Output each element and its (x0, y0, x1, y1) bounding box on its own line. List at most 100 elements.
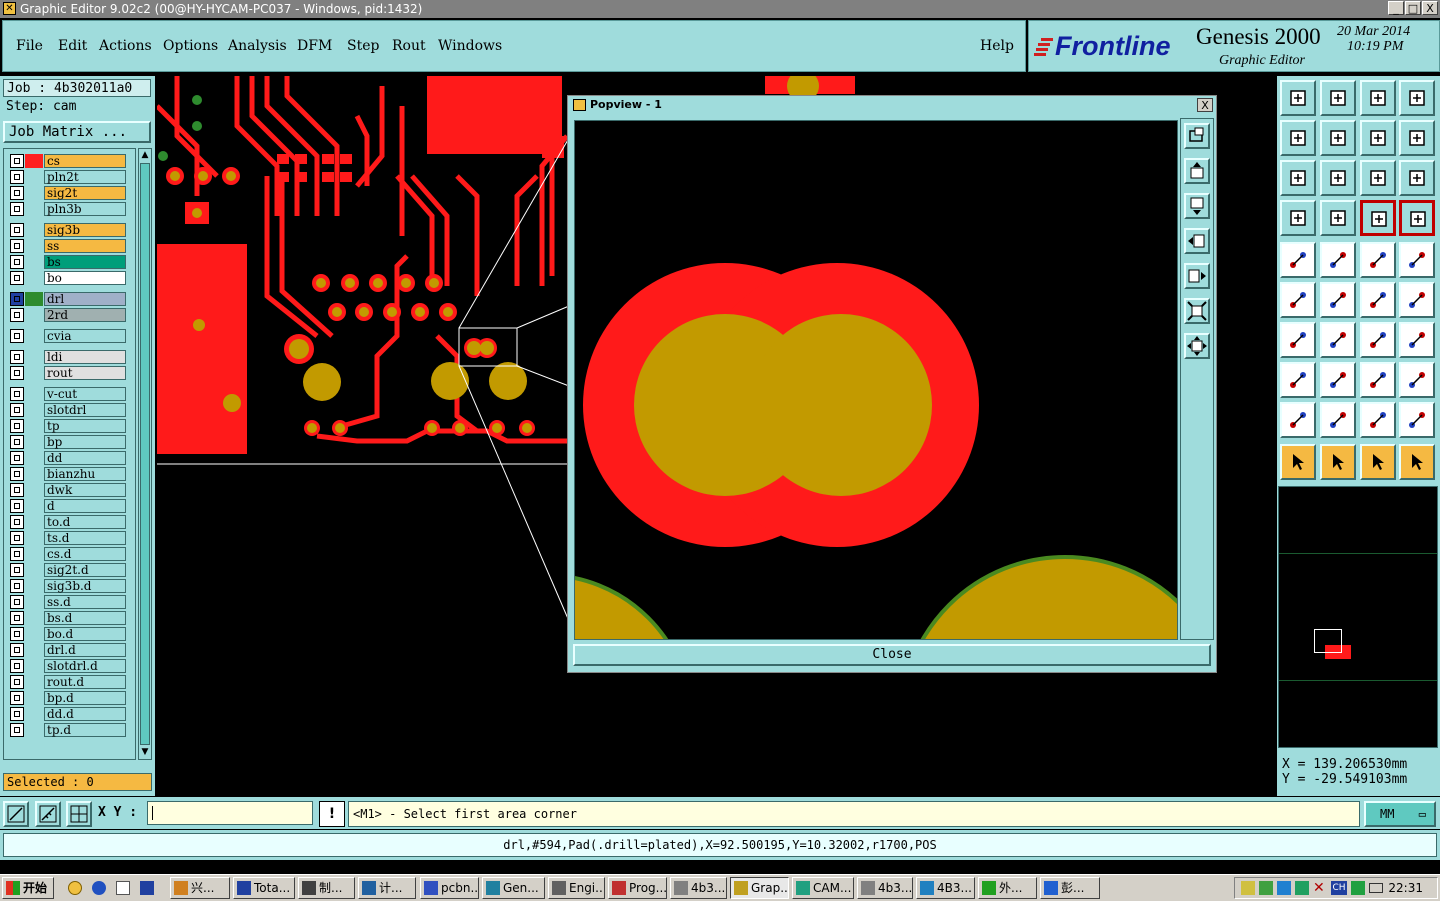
line-split-icon[interactable] (1320, 362, 1356, 398)
menu-rout[interactable]: Rout (392, 38, 426, 54)
pan-left-icon[interactable] (1280, 120, 1316, 156)
tray-mail-icon[interactable] (1369, 883, 1383, 893)
layer-checkbox[interactable] (10, 350, 24, 364)
layer-checkbox[interactable] (10, 483, 24, 497)
layer-name[interactable]: drl (44, 292, 126, 306)
taskbar-item[interactable]: 4b3... (670, 877, 727, 899)
tray-sync-icon[interactable] (1295, 881, 1309, 895)
layer-checkbox[interactable] (10, 675, 24, 689)
layer-row-bp-d[interactable]: bp.d (7, 691, 127, 705)
menu-windows[interactable]: Windows (438, 38, 502, 54)
layer-name[interactable]: to.d (44, 515, 126, 529)
layer-name[interactable]: v-cut (44, 387, 126, 401)
quicklaunch-globe-icon[interactable] (92, 881, 106, 895)
popview-zoom-in-icon[interactable] (1184, 123, 1210, 149)
layer-row-tp[interactable]: tp (7, 419, 127, 433)
layer-name[interactable]: bp (44, 435, 126, 449)
cross-icon[interactable] (1320, 282, 1356, 318)
add-feature-icon[interactable] (1280, 242, 1316, 278)
layer-row-bp[interactable]: bp (7, 435, 127, 449)
overview-minimap[interactable] (1278, 486, 1438, 748)
popview-window[interactable]: Popview - 1 X Close (567, 95, 1217, 673)
menu-file[interactable]: File (16, 38, 43, 54)
layer-name[interactable]: ldi (44, 350, 126, 364)
layer-row-dd[interactable]: dd (7, 451, 127, 465)
layer-row-slotdrl[interactable]: slotdrl (7, 403, 127, 417)
layer-checkbox[interactable] (10, 308, 24, 322)
maximize-button[interactable]: □ (1405, 1, 1421, 15)
line-edit-icon[interactable] (1320, 322, 1356, 358)
layer-row-sig3b-d[interactable]: sig3b.d (7, 579, 127, 593)
layer-name[interactable]: bs (44, 255, 126, 269)
taskbar-item[interactable]: Grap... (730, 877, 789, 899)
layer-row-tp-d[interactable]: tp.d (7, 723, 127, 737)
minimap-viewport[interactable] (1314, 629, 1342, 653)
layer-row-cs-d[interactable]: cs.d (7, 547, 127, 561)
layer-row-bs[interactable]: bs (7, 255, 127, 269)
layer-name[interactable]: cs.d (44, 547, 126, 561)
quicklaunch-clock-icon[interactable] (68, 881, 82, 895)
layer-name[interactable]: bo (44, 271, 126, 285)
dimension-icon[interactable] (1360, 362, 1396, 398)
layer-checkbox[interactable] (10, 579, 24, 593)
layer-name[interactable]: bp.d (44, 691, 126, 705)
layer-row-rout-d[interactable]: rout.d (7, 675, 127, 689)
layer-row-pln2t[interactable]: pln2t (7, 170, 127, 184)
layer-scrollbar[interactable]: ▲ ▼ (138, 148, 152, 760)
select-net-icon[interactable] (1399, 444, 1435, 480)
tray-network-icon[interactable] (1259, 881, 1273, 895)
redraw-icon[interactable] (1399, 120, 1435, 156)
layer-checkbox[interactable] (10, 223, 24, 237)
taskbar-item[interactable]: 外... (978, 877, 1037, 899)
layer-row-to-d[interactable]: to.d (7, 515, 127, 529)
layer-row-sig3b[interactable]: sig3b (7, 223, 127, 237)
layer-name[interactable]: cvia (44, 329, 126, 343)
grid-icon[interactable] (66, 801, 92, 827)
quicklaunch-edit-icon[interactable] (116, 881, 130, 895)
layer-row-bo[interactable]: bo (7, 271, 127, 285)
popview-pan-right-icon[interactable] (1184, 263, 1210, 289)
text-strike-icon[interactable] (1399, 402, 1435, 438)
layer-row-sig2t[interactable]: sig2t (7, 186, 127, 200)
taskbar-item[interactable]: 彭... (1040, 877, 1100, 899)
job-matrix-button[interactable]: Job Matrix ... (3, 121, 151, 143)
layer-checkbox[interactable] (10, 255, 24, 269)
center-icon[interactable] (1320, 160, 1356, 196)
zoom-in-icon[interactable] (1320, 80, 1356, 116)
taskbar-item[interactable]: 4B3... (916, 877, 975, 899)
layer-name[interactable]: pln2t (44, 170, 126, 184)
layer-checkbox[interactable] (10, 403, 24, 417)
layer-row-drl-d[interactable]: drl.d (7, 643, 127, 657)
angle-icon[interactable] (1280, 322, 1316, 358)
tray-lang-icon[interactable]: CH (1331, 881, 1347, 895)
layer-name[interactable]: cs (44, 154, 126, 168)
layer-name[interactable]: pln3b (44, 202, 126, 216)
layer-row-slotdrl-d[interactable]: slotdrl.d (7, 659, 127, 673)
layer-checkbox[interactable] (10, 170, 24, 184)
layer-checkbox[interactable] (10, 691, 24, 705)
layer-row-d[interactable]: d (7, 499, 127, 513)
layer-checkbox[interactable] (10, 563, 24, 577)
layer-checkbox[interactable] (10, 435, 24, 449)
layer-checkbox[interactable] (10, 366, 24, 380)
menu-analysis[interactable]: Analysis (228, 38, 287, 54)
taskbar-item[interactable]: 制... (298, 877, 355, 899)
layer-name[interactable]: bo.d (44, 627, 126, 641)
layer-name[interactable]: dd.d (44, 707, 126, 721)
layer-row-ss[interactable]: ss (7, 239, 127, 253)
layer-name[interactable]: dwk (44, 483, 126, 497)
layer-checkbox[interactable] (10, 387, 24, 401)
layer-checkbox[interactable] (10, 499, 24, 513)
alert-button[interactable]: ! (319, 801, 345, 827)
layer-name[interactable]: rout.d (44, 675, 126, 689)
display-settings-icon[interactable] (1280, 200, 1316, 236)
layer-checkbox[interactable] (10, 659, 24, 673)
taskbar-item[interactable]: 计... (358, 877, 416, 899)
measure-ruler-icon[interactable] (1360, 242, 1396, 278)
layer-name[interactable]: ss.d (44, 595, 126, 609)
layer-name[interactable]: dd (44, 451, 126, 465)
popview-close-button[interactable]: Close (573, 644, 1211, 666)
zoom-home-icon[interactable] (1280, 80, 1316, 116)
layer-checkbox[interactable] (10, 329, 24, 343)
layer-row-2rd[interactable]: 2rd (7, 308, 127, 322)
